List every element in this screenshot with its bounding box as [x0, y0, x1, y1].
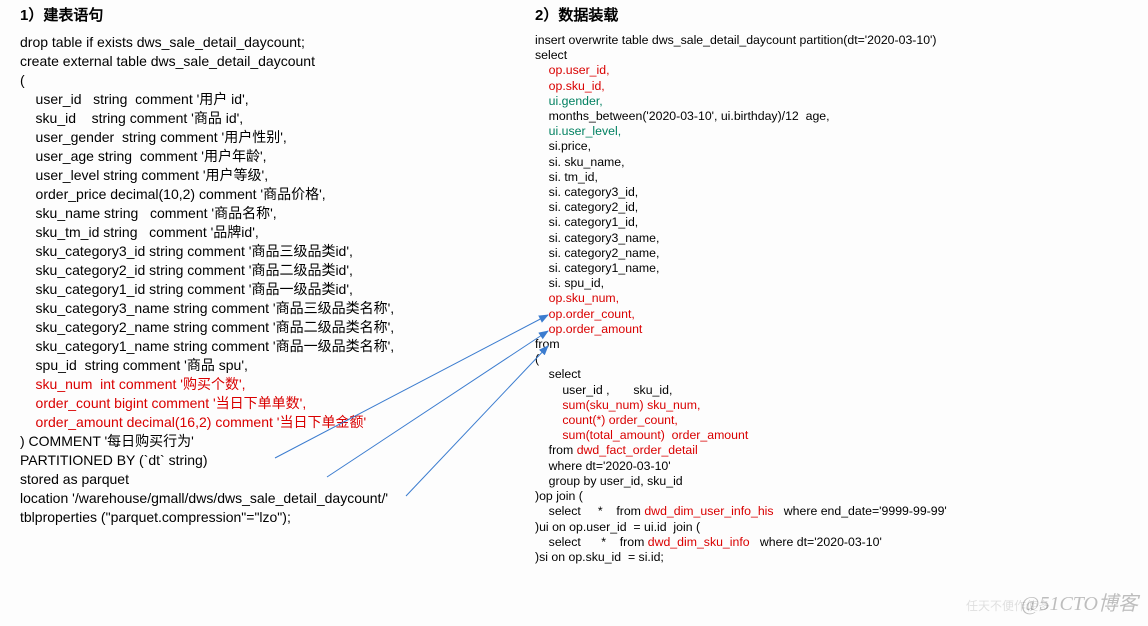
watermark: @51CTO博客	[1021, 587, 1138, 616]
code-line: op.user_id,	[535, 63, 1115, 78]
code-line: select	[535, 367, 1115, 382]
code-line: count(*) order_count,	[535, 413, 1115, 428]
code-line: PARTITIONED BY (`dt` string)	[20, 451, 520, 470]
left-column: 1）建表语句 drop table if exists dws_sale_det…	[20, 4, 520, 527]
code-line: user_gender string comment '用户性别',	[20, 128, 520, 147]
code-line: sku_category2_id string comment '商品二级品类i…	[20, 261, 520, 280]
code-line: order_amount decimal(16,2) comment '当日下单…	[20, 413, 520, 432]
code-line: si. tm_id,	[535, 170, 1115, 185]
code-line: create external table dws_sale_detail_da…	[20, 52, 520, 71]
code-line: stored as parquet	[20, 470, 520, 489]
code-line: si. category1_id,	[535, 215, 1115, 230]
code-line: user_level string comment '用户等级',	[20, 166, 520, 185]
code-line: sku_category1_id string comment '商品一级品类i…	[20, 280, 520, 299]
code-line: si. category2_id,	[535, 200, 1115, 215]
code-line: ui.user_level,	[535, 124, 1115, 139]
code-line: )op join (	[535, 489, 1115, 504]
code-line: op.order_count,	[535, 307, 1115, 322]
code-line: sku_category3_id string comment '商品三级品类i…	[20, 242, 520, 261]
code-line: sku_category2_name string comment '商品二级品…	[20, 318, 520, 337]
code-line: ) COMMENT '每日购买行为'	[20, 432, 520, 451]
code-line: spu_id string comment '商品 spu',	[20, 356, 520, 375]
code-line: si. spu_id,	[535, 276, 1115, 291]
code-line: si. category2_name,	[535, 246, 1115, 261]
code-line: select * from dwd_dim_user_info_his wher…	[535, 504, 1115, 519]
code-line: where dt='2020-03-10'	[535, 459, 1115, 474]
code-line: select * from dwd_dim_sku_info where dt=…	[535, 535, 1115, 550]
code-line: sku_num int comment '购买个数',	[20, 375, 520, 394]
code-line: )ui on op.user_id = ui.id join (	[535, 520, 1115, 535]
code-line: order_price decimal(10,2) comment '商品价格'…	[20, 185, 520, 204]
code-line: si. category1_name,	[535, 261, 1115, 276]
code-line: )si on op.sku_id = si.id;	[535, 550, 1115, 565]
code-line: user_id , sku_id,	[535, 383, 1115, 398]
code-line: order_count bigint comment '当日下单单数',	[20, 394, 520, 413]
code-line: sku_name string comment '商品名称',	[20, 204, 520, 223]
code-line: op.sku_id,	[535, 79, 1115, 94]
code-line: op.sku_num,	[535, 291, 1115, 306]
code-line: sku_category3_name string comment '商品三级品…	[20, 299, 520, 318]
code-line: si. category3_name,	[535, 231, 1115, 246]
code-line: from	[535, 337, 1115, 352]
right-code-block: insert overwrite table dws_sale_detail_d…	[535, 33, 1115, 565]
code-line: si. category3_id,	[535, 185, 1115, 200]
code-line: drop table if exists dws_sale_detail_day…	[20, 33, 520, 52]
code-line: si.price,	[535, 139, 1115, 154]
code-line: (	[20, 71, 520, 90]
code-line: months_between('2020-03-10', ui.birthday…	[535, 109, 1115, 124]
code-line: sku_id string comment '商品 id',	[20, 109, 520, 128]
code-line: ui.gender,	[535, 94, 1115, 109]
left-code-block: drop table if exists dws_sale_detail_day…	[20, 33, 520, 527]
left-title: 1）建表语句	[20, 4, 520, 25]
code-line: location '/warehouse/gmall/dws/dws_sale_…	[20, 489, 520, 508]
code-line: sku_tm_id string comment '品牌id',	[20, 223, 520, 242]
code-line: group by user_id, sku_id	[535, 474, 1115, 489]
code-line: sum(total_amount) order_amount	[535, 428, 1115, 443]
code-line: sum(sku_num) sku_num,	[535, 398, 1115, 413]
code-line: user_id string comment '用户 id',	[20, 90, 520, 109]
code-line: (	[535, 352, 1115, 367]
code-line: user_age string comment '用户年龄',	[20, 147, 520, 166]
code-line: sku_category1_name string comment '商品一级品…	[20, 337, 520, 356]
code-line: select	[535, 48, 1115, 63]
code-line: tblproperties ("parquet.compression"="lz…	[20, 508, 520, 527]
right-title: 2）数据装载	[535, 4, 1115, 25]
right-column: 2）数据装载 insert overwrite table dws_sale_d…	[535, 4, 1115, 565]
watermark-faint: 任天不便作使多	[966, 597, 1050, 614]
code-line: si. sku_name,	[535, 155, 1115, 170]
code-line: from dwd_fact_order_detail	[535, 443, 1115, 458]
code-line: op.order_amount	[535, 322, 1115, 337]
code-line: insert overwrite table dws_sale_detail_d…	[535, 33, 1115, 48]
